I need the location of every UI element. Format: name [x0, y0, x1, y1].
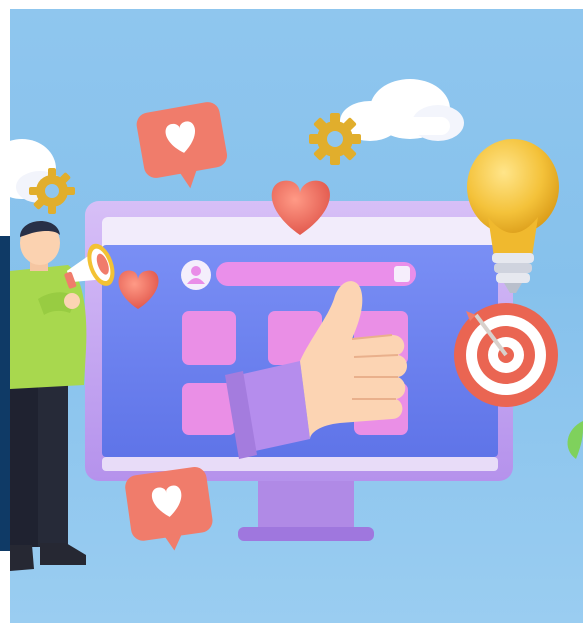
illustration-canvas	[10, 79, 583, 571]
gear-icon	[309, 113, 361, 165]
target	[454, 303, 558, 407]
illustration-frame	[10, 9, 583, 623]
monitor-stand	[238, 475, 374, 541]
heart-bubble-bottom	[125, 467, 213, 551]
heart-bubble-top	[136, 102, 228, 189]
leaf	[567, 421, 583, 459]
cloud-top	[340, 79, 464, 141]
left-edge-strip	[0, 236, 10, 551]
